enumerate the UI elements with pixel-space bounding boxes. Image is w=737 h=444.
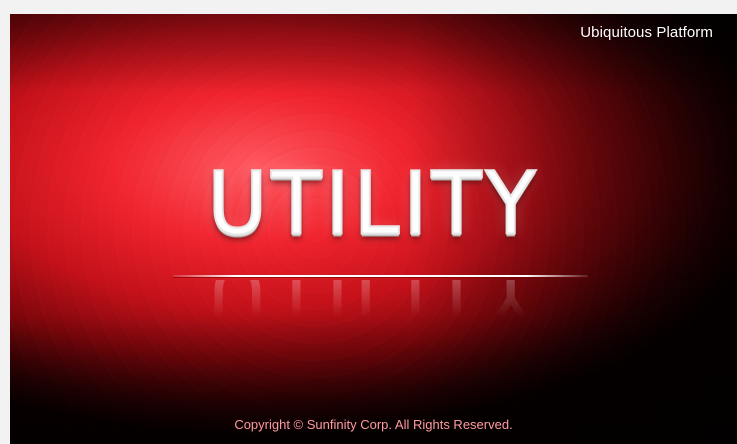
title-container: UTILITY <box>10 154 737 274</box>
copyright-notice: Copyright © Sunfinity Corp. All Rights R… <box>234 417 513 432</box>
platform-tagline: Ubiquitous Platform <box>580 24 713 41</box>
app-title: UTILITY <box>206 154 540 255</box>
page-frame: Ubiquitous Platform UTILITY UTILITY Copy… <box>0 0 737 444</box>
title-reflection-container: UTILITY <box>10 280 737 370</box>
app-title-reflection: UTILITY <box>207 280 540 347</box>
title-divider <box>173 275 588 277</box>
splash-screen: Ubiquitous Platform UTILITY UTILITY Copy… <box>10 14 737 444</box>
